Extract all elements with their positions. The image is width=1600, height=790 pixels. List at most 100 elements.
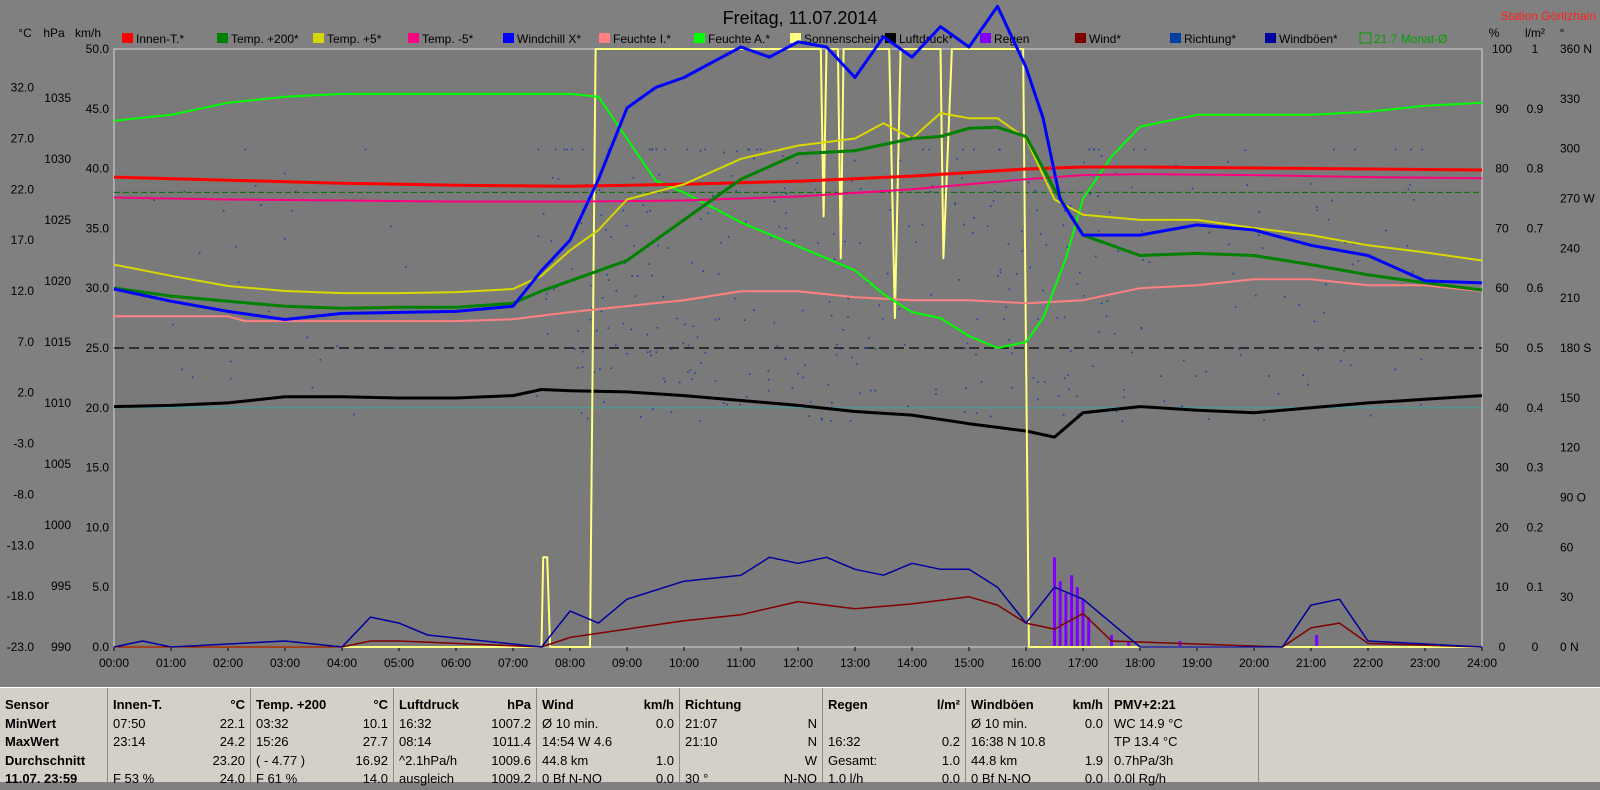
direction-point: [784, 227, 787, 230]
stats-label: TP 13.4 °C: [1114, 734, 1178, 749]
stats-header: PMV+2:21: [1114, 697, 1253, 716]
stats-label: ausgleich: [399, 771, 454, 786]
stats-label: Innen-T.: [113, 697, 163, 712]
x-tick-label: 05:00: [384, 656, 414, 670]
stats-row: 16:38 N 10.8: [971, 734, 1103, 753]
tick-label-rain_lm2: 0.2: [1527, 520, 1544, 534]
stats-row: 1.0 l/h 0.0: [828, 771, 960, 790]
x-tick-label: 09:00: [612, 656, 642, 670]
legend-label: Windchill X*: [517, 32, 581, 46]
tick-label-direction_deg: 330: [1560, 92, 1580, 106]
direction-point: [700, 362, 702, 364]
direction-point: [537, 235, 540, 238]
direction-point: [235, 245, 237, 248]
stats-label: Richtung: [685, 697, 742, 712]
x-tick-label: 21:00: [1296, 656, 1326, 670]
direction-point: [859, 392, 861, 395]
direction-point: [1339, 360, 1342, 362]
tick-label-percent: 90: [1495, 102, 1509, 116]
stats-label: 30 °: [685, 771, 709, 786]
tick-label-rain_lm2: 0: [1532, 640, 1539, 654]
direction-point: [745, 220, 747, 223]
direction-point: [626, 352, 628, 355]
tick-label-percent: 20: [1495, 520, 1509, 534]
direction-point: [928, 148, 931, 151]
direction-point: [1141, 230, 1144, 233]
stats-row: 23:14 24.2: [113, 734, 245, 753]
direction-point: [963, 411, 966, 413]
tick-label-direction_deg: 90 O: [1560, 491, 1586, 505]
direction-point: [730, 175, 733, 177]
direction-point: [191, 376, 194, 379]
stats-value: 1.0: [655, 752, 674, 768]
direction-point: [956, 157, 958, 160]
direction-point: [1181, 405, 1184, 408]
direction-point: [1069, 350, 1072, 353]
direction-point: [580, 412, 583, 414]
stats-header: Innen-T. °C: [113, 697, 245, 716]
direction-point: [849, 419, 852, 422]
direction-point: [847, 316, 849, 318]
direction-point: [634, 295, 637, 297]
tick-label-temp_c: 7.0: [17, 335, 34, 349]
stats-row: ( - 4.77 ) 16.92: [256, 753, 388, 772]
direction-point: [999, 271, 1002, 274]
direction-point: [405, 266, 407, 268]
direction-point: [563, 148, 566, 151]
direction-point: [237, 281, 240, 284]
direction-point: [1123, 388, 1125, 391]
legend-swatch: [1075, 33, 1086, 43]
direction-point: [658, 174, 661, 176]
direction-point: [153, 199, 155, 201]
stats-row: Ø 10 min. 0.0: [971, 716, 1103, 735]
direction-point: [874, 389, 877, 392]
tick-label-percent: 60: [1495, 281, 1509, 295]
stats-value: N: [807, 715, 817, 731]
direction-point: [961, 148, 964, 151]
direction-point: [1307, 383, 1310, 386]
stats-column: Richtung 21:07 N 21:10 N W 30 ° N-NO: [680, 688, 823, 786]
direction-point: [1056, 317, 1059, 319]
direction-point: [649, 350, 652, 353]
stats-label: 16:32: [399, 715, 432, 731]
direction-point: [694, 372, 696, 375]
x-tick-label: 16:00: [1011, 656, 1041, 670]
direction-point: [1098, 330, 1100, 333]
direction-point: [827, 383, 830, 386]
tick-label-direction_deg: 360 N: [1560, 42, 1592, 56]
stats-value: W: [804, 752, 817, 768]
stats-value: 0.0: [1084, 771, 1103, 786]
direction-point: [726, 403, 728, 406]
direction-point: [268, 310, 270, 313]
direction-point: [1354, 148, 1356, 151]
stats-value: 0.0: [655, 771, 674, 786]
x-tick-label: 07:00: [498, 656, 528, 670]
rain-bar: [1058, 581, 1062, 647]
direction-point: [1043, 381, 1046, 383]
direction-point: [656, 326, 659, 329]
stats-label: 15:26: [256, 734, 289, 749]
tick-label-rain_lm2: 0.1: [1527, 580, 1544, 594]
direction-point: [1208, 231, 1211, 234]
rain-bar: [1315, 635, 1319, 647]
direction-point: [1133, 148, 1135, 151]
tick-label-temp_c: 27.0: [11, 131, 35, 145]
stats-value: 0.0: [1084, 715, 1103, 731]
direction-point: [283, 172, 286, 175]
stats-label: MinWert: [5, 715, 57, 731]
x-tick-label: 12:00: [783, 656, 813, 670]
direction-point: [649, 209, 651, 212]
tick-label-pressure_hpa: 990: [51, 640, 71, 654]
direction-point: [785, 212, 787, 214]
tick-label-temp_c: 22.0: [11, 182, 35, 196]
stats-row: WC 14.9 °C: [1114, 716, 1253, 735]
stats-value: 1009.6: [491, 752, 531, 768]
direction-point: [809, 401, 812, 403]
tick-label-pressure_hpa: 1025: [44, 213, 71, 227]
direction-point: [684, 323, 686, 326]
direction-point: [842, 328, 845, 331]
tick-label-speed_kmh: 20.0: [86, 401, 110, 415]
stats-value: °C: [373, 697, 388, 712]
stats-row: 44.8 km 1.9: [971, 753, 1103, 772]
direction-point: [599, 368, 601, 370]
